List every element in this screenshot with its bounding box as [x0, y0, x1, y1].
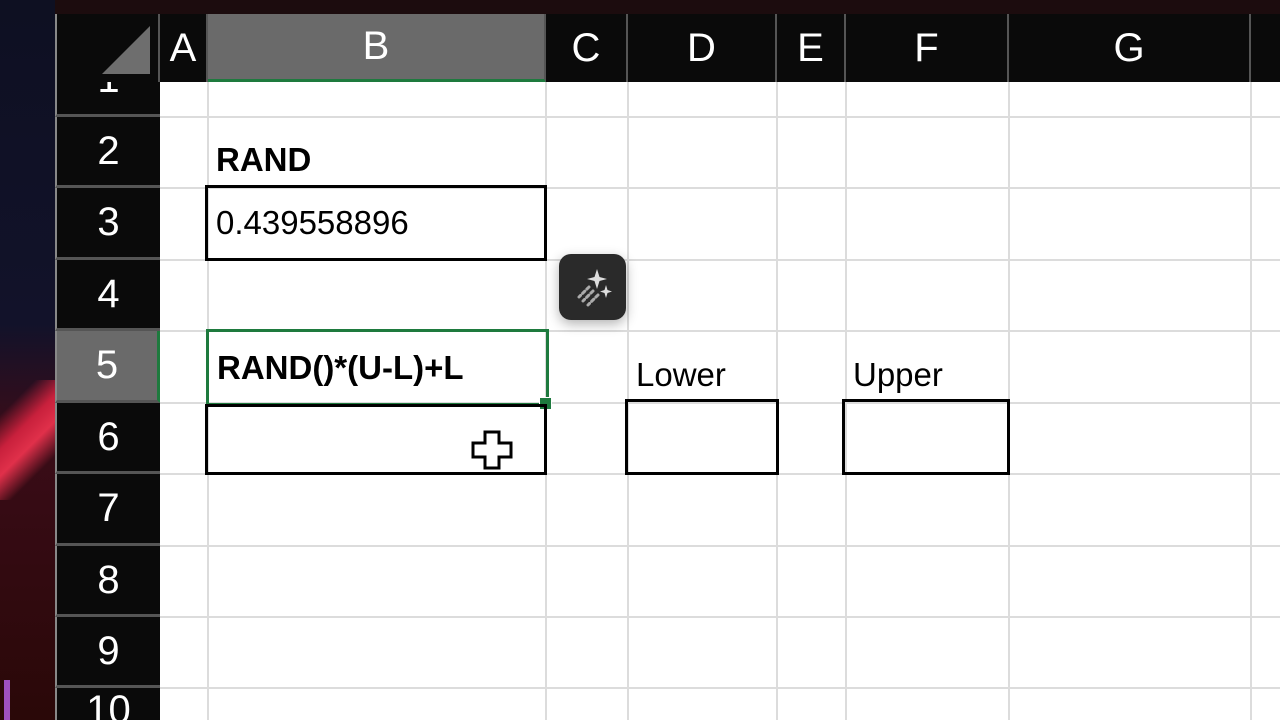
row-header-3[interactable]: 3: [55, 188, 160, 260]
select-all-button[interactable]: [55, 14, 160, 82]
column-header-f[interactable]: F: [846, 14, 1009, 82]
window-top-edge: [55, 0, 1280, 14]
column-header-c[interactable]: C: [546, 14, 628, 82]
row-header-2[interactable]: 2: [55, 117, 160, 188]
cell-d6[interactable]: [625, 399, 779, 475]
row-header-6[interactable]: 6: [55, 403, 160, 474]
column-header-b[interactable]: B: [208, 14, 546, 82]
row-header-4[interactable]: 4: [55, 260, 160, 331]
column-header-d[interactable]: D: [628, 14, 777, 82]
row-header-7[interactable]: 7: [55, 474, 160, 546]
cell-b3[interactable]: 0.439558896: [205, 185, 547, 261]
cell-b5-selected[interactable]: RAND()*(U-L)+L: [206, 329, 549, 406]
copilot-sparkle-button[interactable]: [559, 254, 626, 320]
desktop-background: [0, 0, 55, 720]
column-header-a[interactable]: A: [160, 14, 208, 82]
column-header-e[interactable]: E: [777, 14, 846, 82]
row-header-9[interactable]: 9: [55, 617, 160, 688]
column-header-g[interactable]: G: [1009, 14, 1251, 82]
row-header-10[interactable]: 10: [55, 688, 160, 720]
cell-f6[interactable]: [842, 399, 1010, 475]
column-header-h[interactable]: [1251, 14, 1280, 82]
row-header-1[interactable]: 1: [55, 82, 160, 117]
row-header-5[interactable]: 5: [55, 331, 160, 403]
sparkle-icon: [577, 269, 612, 307]
row-header-8[interactable]: 8: [55, 546, 160, 617]
row-headers: 1 2 3 4 5 6 7 8 9 10: [55, 82, 160, 720]
cross-cursor-icon: [471, 430, 513, 470]
